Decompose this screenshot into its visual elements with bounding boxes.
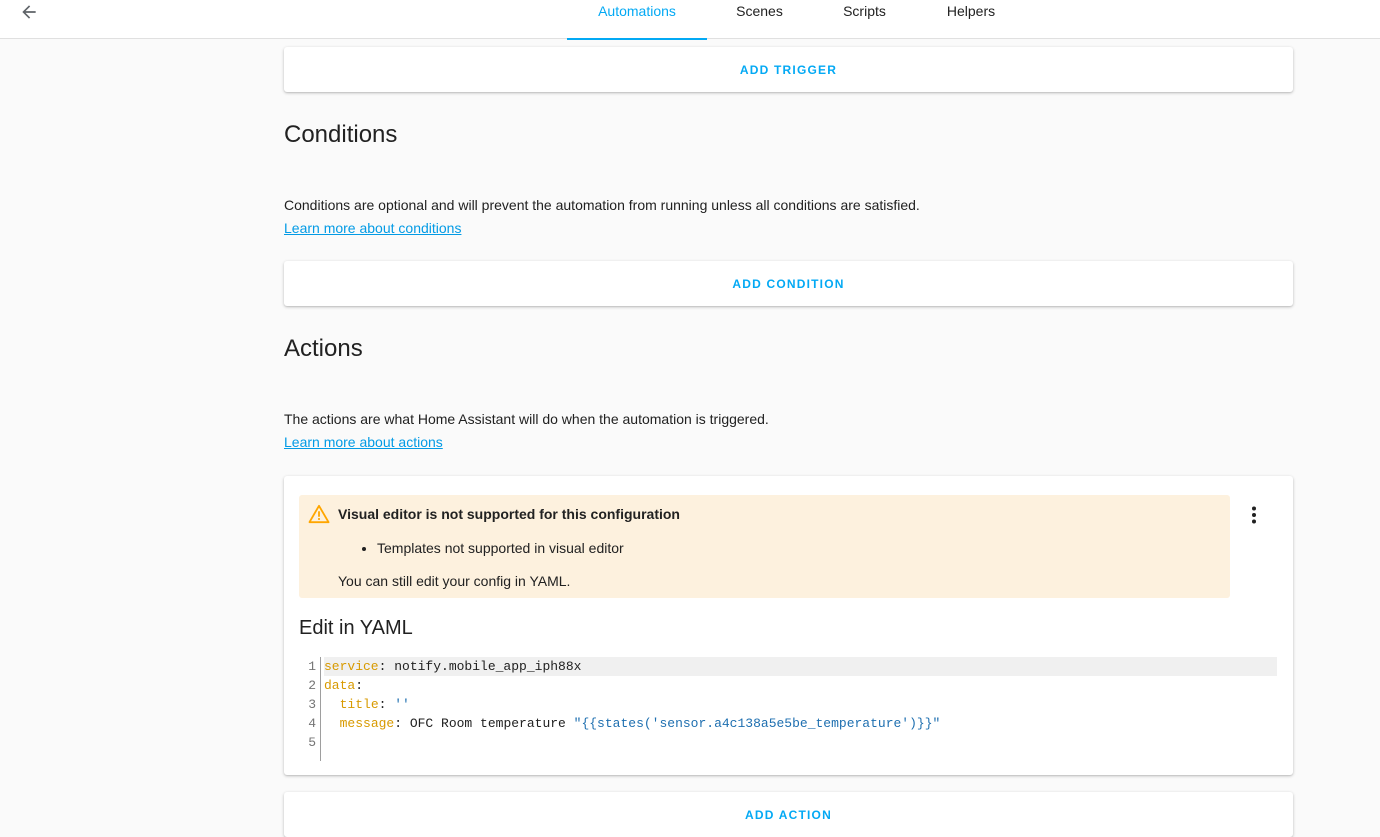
action-overflow-menu-button[interactable] [1236, 500, 1272, 530]
warning-reasons-list: Templates not supported in visual editor [377, 540, 624, 556]
learn-more-conditions-link[interactable]: Learn more about conditions [284, 220, 461, 236]
conditions-title: Conditions [284, 121, 398, 148]
edit-yaml-title: Edit in YAML [299, 617, 413, 639]
top-app-bar: Automations Scenes Scripts Helpers [0, 0, 1380, 40]
line-number: 2 [308, 678, 316, 693]
code-line-5[interactable] [324, 733, 1277, 752]
learn-more-actions-link[interactable]: Learn more about actions [284, 434, 443, 450]
tab-scripts[interactable]: Scripts [812, 0, 917, 39]
alert-triangle-icon [308, 504, 330, 524]
warning-title: Visual editor is not supported for this … [338, 506, 680, 522]
yaml-value: OFC Room temperature [409, 716, 574, 731]
yaml-key: data [324, 678, 356, 693]
visual-editor-warning: Visual editor is not supported for this … [299, 495, 1230, 598]
line-number: 4 [308, 716, 316, 731]
yaml-key: message [339, 716, 395, 731]
warning-note: You can still edit your config in YAML. [338, 573, 571, 589]
warning-reason-item: Templates not supported in visual editor [377, 540, 624, 556]
conditions-description: Conditions are optional and will prevent… [284, 197, 920, 213]
code-line-3[interactable]: title: '' [324, 695, 1277, 714]
add-trigger-button[interactable]: ADD TRIGGER [284, 47, 1293, 92]
line-number: 1 [308, 659, 316, 674]
code-area[interactable]: service: notify.mobile_app_iph88x data: … [324, 657, 1277, 752]
dots-vertical-icon [1252, 506, 1256, 524]
line-number: 3 [308, 697, 316, 712]
add-condition-button[interactable]: ADD CONDITION [284, 261, 1293, 306]
line-number: 5 [308, 735, 316, 750]
back-button[interactable] [12, 0, 46, 24]
yaml-string: "{{states('sensor.a4c138a5e5be_temperatu… [573, 716, 941, 731]
action-card: Visual editor is not supported for this … [284, 476, 1293, 775]
yaml-key: service [324, 659, 379, 674]
yaml-string: '' [394, 697, 410, 712]
tab-helpers[interactable]: Helpers [917, 0, 1025, 39]
line-number-gutter: 1 2 3 4 5 [299, 657, 321, 761]
tab-automations[interactable]: Automations [567, 0, 707, 40]
actions-description: The actions are what Home Assistant will… [284, 411, 769, 427]
yaml-key: title [339, 697, 379, 712]
config-tabs: Automations Scenes Scripts Helpers [567, 0, 1025, 40]
code-line-1[interactable]: service: notify.mobile_app_iph88x [324, 657, 1277, 676]
code-line-2[interactable]: data: [324, 676, 1277, 695]
actions-title: Actions [284, 335, 363, 362]
tab-scenes[interactable]: Scenes [707, 0, 812, 39]
code-line-4[interactable]: message: OFC Room temperature "{{states(… [324, 714, 1277, 733]
arrow-left-icon [22, 5, 36, 19]
add-action-button[interactable]: ADD ACTION [284, 792, 1293, 837]
yaml-code-editor[interactable]: 1 2 3 4 5 service: notify.mobile_app_iph… [299, 657, 1277, 761]
yaml-value: notify.mobile_app_iph88x [394, 659, 582, 674]
